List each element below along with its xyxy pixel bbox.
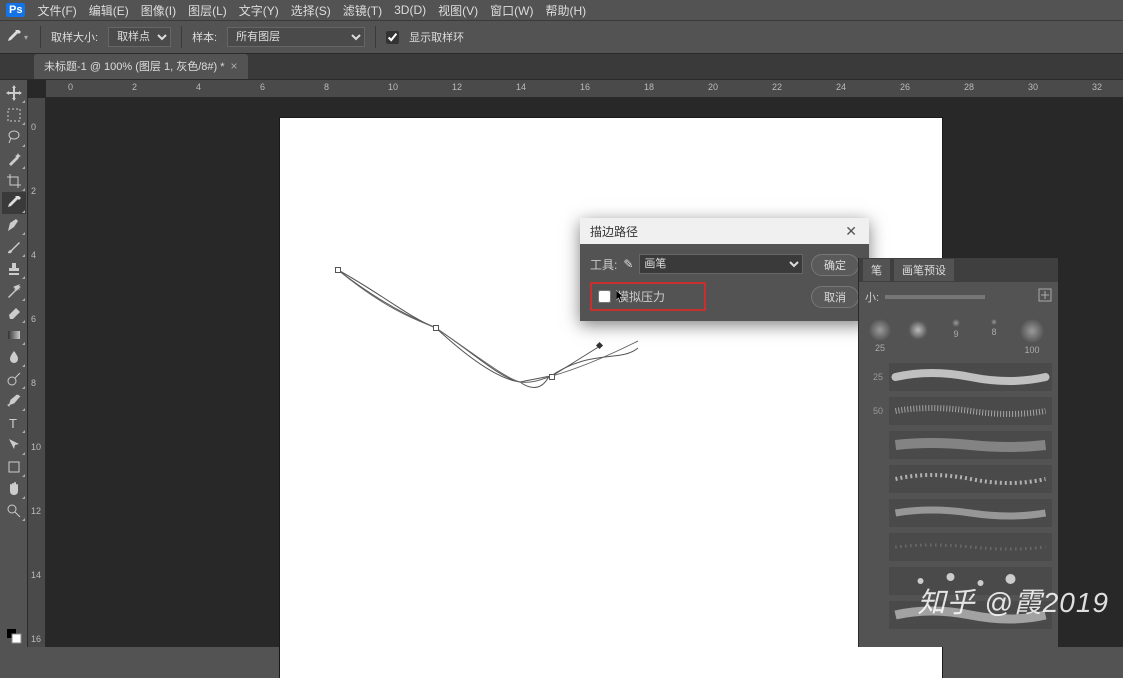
tab-brush[interactable]: 笔 [863, 259, 890, 281]
stroke-tool-select[interactable]: 画笔 [639, 254, 803, 274]
crop-tool[interactable] [2, 170, 26, 192]
brush-preset-row[interactable] [865, 601, 1052, 629]
brush-presets-panel: 笔 画笔预设 小: 25 9 8 100 25 50 [858, 258, 1058, 647]
menu-window[interactable]: 窗口(W) [490, 2, 533, 19]
menu-help[interactable]: 帮助(H) [545, 2, 586, 19]
size-slider[interactable] [885, 295, 985, 299]
sample-layers-select[interactable]: 所有图层 [227, 27, 365, 47]
eyedropper-tool[interactable] [2, 192, 26, 214]
brush-icon: ✎ [623, 257, 633, 271]
menu-image[interactable]: 图像(I) [141, 2, 176, 19]
sample-size-select[interactable]: 取样点 [108, 27, 171, 47]
move-tool[interactable] [2, 82, 26, 104]
menu-select[interactable]: 选择(S) [291, 2, 331, 19]
options-bar: ▾ 取样大小: 取样点 样本: 所有图层 显示取样环 [0, 20, 1123, 54]
brush-preset-row[interactable] [865, 431, 1052, 459]
stamp-tool[interactable] [2, 258, 26, 280]
brush-tip-row: 25 9 8 100 [865, 315, 1052, 359]
menu-layer[interactable]: 图层(L) [188, 2, 227, 19]
menu-type[interactable]: 文字(Y) [239, 2, 279, 19]
tool-label: 工具: [590, 256, 617, 273]
anchor-point[interactable] [335, 267, 341, 273]
brush-tool[interactable] [2, 236, 26, 258]
document-tab[interactable]: 未标题-1 @ 100% (图层 1, 灰色/8#) * × [34, 54, 248, 79]
sample-label: 样本: [192, 29, 217, 45]
menu-bar: Ps 文件(F) 编辑(E) 图像(I) 图层(L) 文字(Y) 选择(S) 滤… [0, 0, 1123, 20]
brush-tip[interactable]: 25 [867, 319, 893, 355]
dialog-title: 描边路径 [590, 223, 638, 240]
simulate-pressure-checkbox[interactable] [598, 290, 611, 303]
blur-tool[interactable] [2, 346, 26, 368]
document-tab-title: 未标题-1 @ 100% (图层 1, 灰色/8#) * [44, 58, 225, 74]
brush-preset-row[interactable] [865, 499, 1052, 527]
chevron-down-icon: ▾ [24, 33, 28, 42]
panel-tabs: 笔 画笔预设 [859, 258, 1058, 282]
lasso-tool[interactable] [2, 126, 26, 148]
gradient-tool[interactable] [2, 324, 26, 346]
toggle-icon[interactable] [1038, 288, 1052, 305]
tool-palette: T [0, 80, 28, 647]
document-tab-bar: 未标题-1 @ 100% (图层 1, 灰色/8#) * × [0, 54, 1123, 80]
eyedropper-icon[interactable]: ▾ [4, 26, 30, 48]
separator [375, 26, 376, 48]
history-brush-tool[interactable] [2, 280, 26, 302]
stroke-path-dialog: 描边路径 ✕ 工具: ✎ 画笔 模拟压力 确定 取消 [580, 218, 869, 321]
menu-file[interactable]: 文件(F) [37, 2, 76, 19]
pen-tool[interactable] [2, 390, 26, 412]
menu-3d[interactable]: 3D(D) [394, 3, 426, 17]
anchor-point[interactable] [433, 325, 439, 331]
brush-preset-row[interactable]: 25 [865, 363, 1052, 391]
close-icon[interactable]: × [231, 59, 238, 73]
ruler-horizontal[interactable]: 0 2 4 6 8 10 12 14 16 18 20 22 24 26 28 … [46, 80, 1123, 98]
separator [181, 26, 182, 48]
path-select-tool[interactable] [2, 434, 26, 456]
swap-colors-icon[interactable] [2, 625, 26, 647]
brush-preset-row[interactable] [865, 567, 1052, 595]
brush-preset-row[interactable] [865, 465, 1052, 493]
dialog-titlebar[interactable]: 描边路径 ✕ [580, 218, 869, 244]
anchor-point[interactable] [549, 374, 555, 380]
size-label: 小: [865, 289, 879, 305]
ruler-vertical[interactable]: 0 2 4 6 8 10 12 14 16 [28, 98, 46, 647]
brush-tip[interactable] [905, 319, 931, 355]
eraser-tool[interactable] [2, 302, 26, 324]
brush-preset-row[interactable] [865, 533, 1052, 561]
marquee-tool[interactable] [2, 104, 26, 126]
brush-tip[interactable]: 9 [943, 319, 969, 355]
ok-button[interactable]: 确定 [811, 254, 859, 276]
tab-brush-presets[interactable]: 画笔预设 [894, 259, 954, 281]
type-tool[interactable]: T [2, 412, 26, 434]
separator [40, 26, 41, 48]
brush-tip[interactable]: 100 [1019, 319, 1045, 355]
canvas[interactable] [280, 118, 942, 678]
dodge-tool[interactable] [2, 368, 26, 390]
brush-stroke-list[interactable]: 25 50 [865, 363, 1052, 629]
close-icon[interactable]: ✕ [839, 223, 863, 240]
menu-filter[interactable]: 滤镜(T) [343, 2, 382, 19]
healing-tool[interactable] [2, 214, 26, 236]
show-ring-checkbox[interactable] [386, 31, 399, 44]
simulate-pressure-row: 模拟压力 [590, 282, 706, 311]
path-curve [280, 118, 942, 678]
brush-tip[interactable]: 8 [981, 319, 1007, 355]
hand-tool[interactable] [2, 478, 26, 500]
wand-tool[interactable] [2, 148, 26, 170]
show-ring-label: 显示取样环 [409, 29, 464, 45]
menu-view[interactable]: 视图(V) [438, 2, 478, 19]
shape-tool[interactable] [2, 456, 26, 478]
menu-edit[interactable]: 编辑(E) [89, 2, 129, 19]
svg-text:T: T [9, 416, 17, 431]
ps-logo: Ps [6, 3, 25, 17]
simulate-pressure-label: 模拟压力 [617, 288, 665, 305]
cancel-button[interactable]: 取消 [811, 286, 859, 308]
brush-preset-row[interactable]: 50 [865, 397, 1052, 425]
zoom-tool[interactable] [2, 500, 26, 522]
sample-size-label: 取样大小: [51, 29, 98, 45]
